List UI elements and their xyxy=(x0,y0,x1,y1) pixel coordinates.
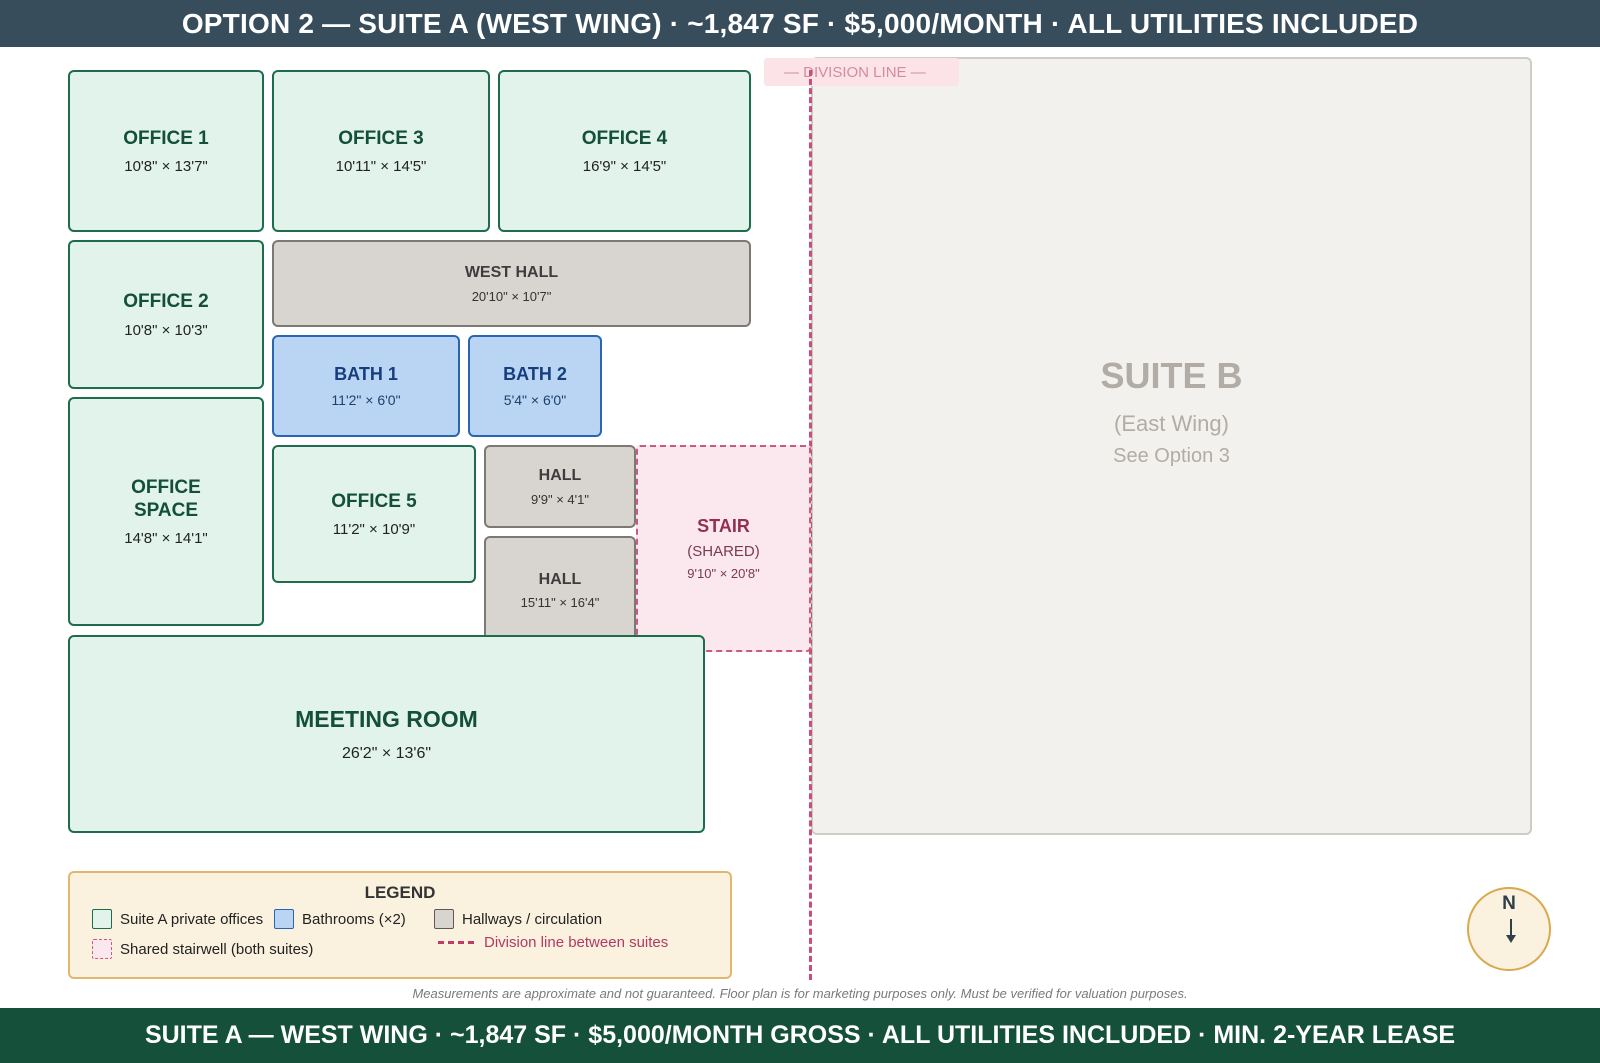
office-swatch-icon xyxy=(92,909,112,929)
stair-swatch-icon xyxy=(92,939,112,959)
room-dimensions: 10'8" × 10'3" xyxy=(124,321,208,339)
room-dimensions: 11'2" × 10'9" xyxy=(332,521,416,539)
room-name: OFFICE 5 xyxy=(331,490,417,512)
room-name: HALL xyxy=(538,570,582,588)
room-dimensions: 11'2" × 6'0" xyxy=(331,391,401,408)
room-meeting: MEETING ROOM 26'2" × 13'6" xyxy=(68,635,705,833)
room-west-hall: WEST HALL 20'10" × 10'7" xyxy=(272,240,751,327)
room-name: BATH 1 xyxy=(334,364,398,385)
floor-plan-page: OPTION 2 — SUITE A (WEST WING) · ~1,847 … xyxy=(0,0,1600,1063)
suite-b-wing: (East Wing) xyxy=(1114,410,1229,436)
room-name-line-2: SPACE xyxy=(133,500,199,521)
room-name: OFFICE 2 xyxy=(123,291,209,313)
legend-label: Shared stairwell (both suites) xyxy=(120,940,314,958)
room-name: WEST HALL xyxy=(464,264,559,282)
dashed-line-icon xyxy=(438,941,474,944)
legend-label: Division line between suites xyxy=(484,934,669,951)
room-office-1: OFFICE 1 10'8" × 13'7" xyxy=(68,70,264,232)
room-dimensions: 16'9" × 14'5" xyxy=(582,158,667,176)
suite-b-name: SUITE B xyxy=(1100,354,1243,396)
room-stair-shared: STAIR (SHARED) 9'10" × 20'8" xyxy=(636,445,811,652)
room-hall-small: HALL 9'9" × 4'1" xyxy=(484,445,636,528)
arrow-down-icon xyxy=(1506,919,1516,943)
suite-b-block: SUITE B (East Wing) See Option 3 xyxy=(811,57,1532,835)
room-dimensions: 14'8" × 14'1" xyxy=(124,530,208,548)
room-name: STAIR xyxy=(697,515,750,536)
bath-swatch-icon xyxy=(274,909,294,929)
room-dimensions: 9'9" × 4'1" xyxy=(531,491,589,507)
room-dimensions: 10'8" × 13'7" xyxy=(124,158,208,176)
room-dimensions: 5'4" × 6'0" xyxy=(503,391,567,408)
compass: N xyxy=(1467,887,1551,971)
room-name: BATH 2 xyxy=(503,364,567,385)
division-line-label: — DIVISION LINE — xyxy=(764,58,959,86)
room-hall-large: HALL 15'11" × 16'4" xyxy=(484,536,636,644)
room-office-3: OFFICE 3 10'11" × 14'5" xyxy=(272,70,490,232)
room-dimensions: 20'10" × 10'7" xyxy=(471,288,552,304)
legend-item-hallways: Hallways / circulation xyxy=(434,909,602,929)
hall-swatch-icon xyxy=(434,909,454,929)
legend-item-bathrooms: Bathrooms (×2) xyxy=(274,909,406,929)
disclaimer: Measurements are approximate and not gua… xyxy=(412,986,1188,1001)
room-office-2: OFFICE 2 10'8" × 10'3" xyxy=(68,240,264,389)
room-dimensions: 26'2" × 13'6" xyxy=(341,745,432,763)
room-dimensions: 9'10" × 20'8" xyxy=(687,566,760,582)
legend-item-division-line: Division line between suites xyxy=(434,934,668,951)
room-dimensions: 10'11" × 14'5" xyxy=(335,158,427,176)
room-office-5: OFFICE 5 11'2" × 10'9" xyxy=(272,445,476,583)
legend-item-stairwell: Shared stairwell (both suites) xyxy=(92,939,313,959)
footer-banner: SUITE A — WEST WING · ~1,847 SF · $5,000… xyxy=(0,1008,1600,1063)
room-office-space: OFFICE SPACE 14'8" × 14'1" xyxy=(68,397,264,626)
header-banner: OPTION 2 — SUITE A (WEST WING) · ~1,847 … xyxy=(0,0,1600,47)
room-name: OFFICE 3 xyxy=(338,127,424,149)
legend-item-private-offices: Suite A private offices xyxy=(92,909,263,929)
legend-title: LEGEND xyxy=(364,883,436,902)
room-bath-1: BATH 1 11'2" × 6'0" xyxy=(272,335,460,437)
room-name: MEETING ROOM xyxy=(295,705,478,732)
legend: LEGEND Suite A private offices Bathrooms… xyxy=(68,871,732,979)
room-bath-2: BATH 2 5'4" × 6'0" xyxy=(468,335,602,437)
legend-label: Bathrooms (×2) xyxy=(302,910,406,928)
room-name-line-1: OFFICE xyxy=(131,476,201,498)
room-name: OFFICE 4 xyxy=(581,127,668,149)
room-office-4: OFFICE 4 16'9" × 14'5" xyxy=(498,70,751,232)
suite-b-reference: See Option 3 xyxy=(1113,444,1230,467)
room-name: HALL xyxy=(538,467,582,485)
room-dimensions: 15'11" × 16'4" xyxy=(520,595,600,611)
legend-label: Hallways / circulation xyxy=(462,910,603,928)
room-subtitle: (SHARED) xyxy=(687,543,760,561)
legend-label: Suite A private offices xyxy=(120,910,264,928)
room-name: OFFICE 1 xyxy=(123,127,209,149)
